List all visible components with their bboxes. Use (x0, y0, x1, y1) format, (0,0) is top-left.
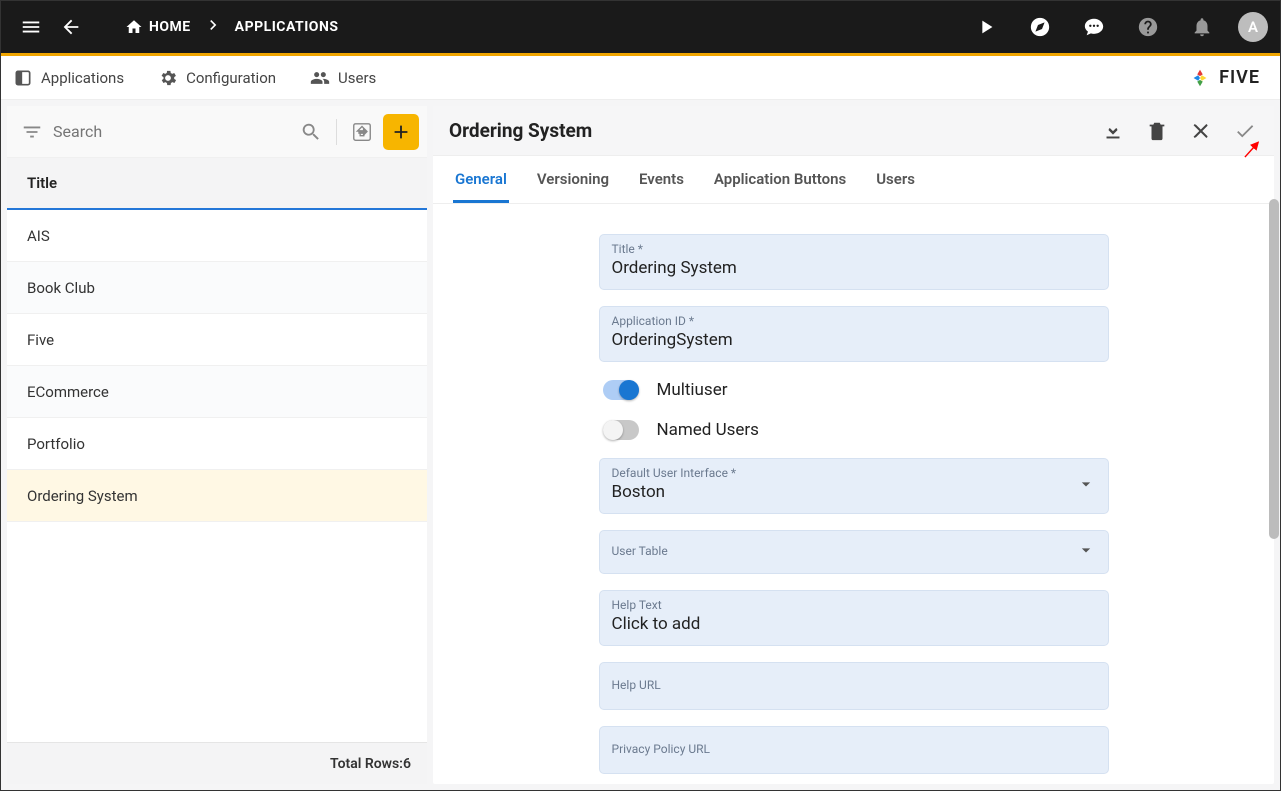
bell-icon[interactable] (1184, 9, 1220, 45)
subtab-users[interactable]: Users (874, 156, 917, 203)
chevron-right-icon (203, 15, 223, 39)
search-row (7, 106, 427, 158)
right-panel: Ordering System General Versioning Events A… (433, 106, 1274, 784)
field-title-label: Title * (612, 242, 1096, 256)
topbar: HOME APPLICATIONS A (1, 1, 1280, 53)
list-item[interactable]: Portfolio (7, 418, 427, 470)
list-item[interactable]: ECommerce (7, 366, 427, 418)
column-header-label: Title (27, 174, 57, 192)
list-item[interactable]: Ordering System (7, 470, 427, 522)
search-icon[interactable] (294, 115, 328, 149)
tab-users-label: Users (338, 69, 376, 87)
toggle-multiuser-row: Multiuser (599, 378, 1109, 402)
field-privacy-url-label: Privacy Policy URL (612, 734, 1096, 764)
filter-icon[interactable] (15, 115, 49, 149)
detail-actions (1100, 118, 1258, 144)
left-panel: Title AISBook ClubFiveECommercePortfolio… (7, 106, 427, 784)
back-icon[interactable] (53, 9, 89, 45)
field-help-url[interactable]: Help URL (599, 662, 1109, 710)
toggle-multiuser[interactable] (603, 380, 639, 400)
chevron-down-icon (1076, 474, 1096, 498)
field-default-ui[interactable]: Default User Interface * Boston (599, 458, 1109, 514)
field-app-id[interactable]: Application ID * OrderingSystem (599, 306, 1109, 362)
breadcrumb-applications[interactable]: APPLICATIONS (227, 19, 347, 35)
import-icon[interactable] (345, 115, 379, 149)
field-help-text-value: Click to add (612, 614, 1096, 636)
list-item[interactable]: AIS (7, 210, 427, 262)
breadcrumb-applications-label: APPLICATIONS (235, 19, 339, 35)
add-button[interactable] (383, 114, 419, 150)
brand-label: FIVE (1219, 67, 1260, 88)
column-header-title[interactable]: Title (7, 158, 427, 210)
detail-title: Ordering System (449, 119, 592, 142)
field-help-text[interactable]: Help Text Click to add (599, 590, 1109, 646)
toggle-named-users-row: Named Users (599, 418, 1109, 442)
detail-header: Ordering System (433, 106, 1274, 156)
field-privacy-url[interactable]: Privacy Policy URL (599, 726, 1109, 774)
form-column: Title * Ordering System Application ID *… (599, 234, 1109, 774)
field-default-ui-label: Default User Interface * (612, 466, 1096, 480)
tabstrip-left: Applications Configuration Users (11, 62, 378, 94)
subtabs: General Versioning Events Application Butto… (433, 156, 1274, 204)
chevron-down-icon (1076, 540, 1096, 564)
scrollbar[interactable] (1269, 99, 1279, 783)
avatar-letter: A (1248, 18, 1258, 36)
toggle-named-users-label: Named Users (657, 420, 759, 440)
field-title-value: Ordering System (612, 258, 1096, 280)
toggle-named-users[interactable] (603, 420, 639, 440)
tab-configuration-label: Configuration (186, 69, 276, 87)
close-icon[interactable] (1188, 118, 1214, 144)
play-icon[interactable] (968, 9, 1004, 45)
tabstrip: Applications Configuration Users FIVE (1, 56, 1280, 100)
field-user-table[interactable]: User Table (599, 530, 1109, 574)
list: AISBook ClubFiveECommercePortfolioOrderi… (7, 210, 427, 742)
scrollbar-thumb[interactable] (1269, 199, 1279, 539)
search-input[interactable] (53, 122, 290, 141)
footer-count: 6 (403, 756, 411, 772)
field-help-text-label: Help Text (612, 598, 1096, 612)
field-app-id-label: Application ID * (612, 314, 1096, 328)
chat-icon[interactable] (1076, 9, 1112, 45)
tab-configuration[interactable]: Configuration (156, 62, 278, 94)
check-icon[interactable] (1232, 118, 1258, 144)
tab-applications-label: Applications (41, 69, 124, 87)
toggle-multiuser-label: Multiuser (657, 380, 728, 400)
field-user-table-label: User Table (612, 538, 1096, 564)
breadcrumb-home-label: HOME (149, 19, 191, 35)
list-item[interactable]: Five (7, 314, 427, 366)
field-app-id-value: OrderingSystem (612, 330, 1096, 352)
subtab-general[interactable]: General (453, 156, 509, 203)
explore-icon[interactable] (1022, 9, 1058, 45)
menu-icon[interactable] (13, 9, 49, 45)
subtab-application-buttons[interactable]: Application Buttons (712, 156, 848, 203)
avatar[interactable]: A (1238, 12, 1268, 42)
topbar-left: HOME APPLICATIONS (13, 9, 346, 45)
field-default-ui-value: Boston (612, 482, 1096, 504)
main: Title AISBook ClubFiveECommercePortfolio… (1, 100, 1280, 790)
download-icon[interactable] (1100, 118, 1126, 144)
breadcrumb-home[interactable]: HOME (117, 18, 199, 36)
footer-prefix: Total Rows: (330, 756, 403, 772)
tab-users[interactable]: Users (308, 62, 378, 94)
field-help-url-label: Help URL (612, 670, 1096, 700)
subtab-events[interactable]: Events (637, 156, 686, 203)
divider (336, 119, 337, 145)
tab-applications[interactable]: Applications (11, 62, 126, 94)
topbar-right: A (968, 9, 1268, 45)
form-wrap: Title * Ordering System Application ID *… (433, 204, 1274, 784)
brand-logo-icon (1189, 67, 1211, 89)
footer-row: Total Rows: 6 (7, 742, 427, 784)
list-item[interactable]: Book Club (7, 262, 427, 314)
subtab-versioning[interactable]: Versioning (535, 156, 611, 203)
field-title[interactable]: Title * Ordering System (599, 234, 1109, 290)
delete-icon[interactable] (1144, 118, 1170, 144)
help-icon[interactable] (1130, 9, 1166, 45)
brand: FIVE (1189, 67, 1270, 89)
